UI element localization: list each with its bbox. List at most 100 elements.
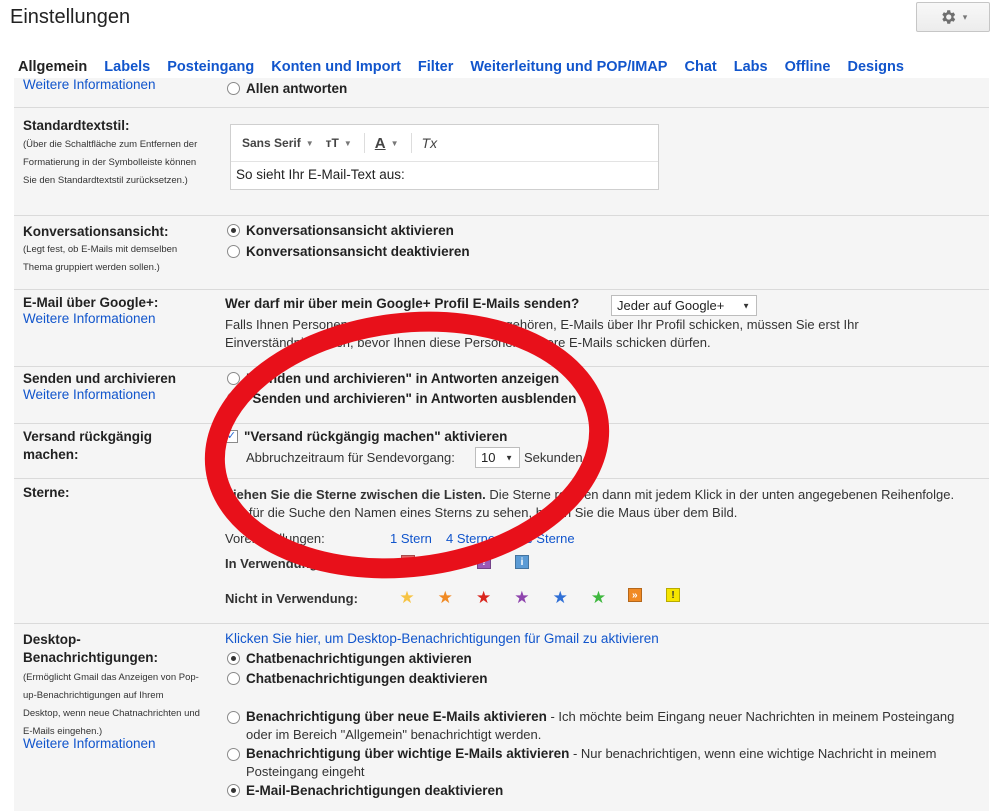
text-style-row: Standardtextstil: (Über die Schaltfläche… (14, 108, 989, 216)
send-archive-show-option[interactable]: "Senden und archivieren" in Antworten an… (227, 371, 559, 386)
send-archive-hide-option[interactable]: "Senden und archivieren" in Antworten au… (227, 391, 576, 406)
settings-gear-button[interactable]: ▾ (916, 2, 990, 32)
red-star-icon[interactable]: ★ (475, 588, 493, 606)
chat-notify-off-option[interactable]: Chatbenachrichtigungen deaktivieren (227, 671, 488, 686)
mail-notify-off-label: E-Mail-Benachrichtigungen deaktivieren (246, 783, 504, 798)
undo-send-unit: Sekunden (524, 450, 583, 465)
conversation-off-label: Konversationsansicht deaktivieren (246, 244, 470, 259)
undo-send-period-label: Abbruchzeitraum für Sendevorgang: (246, 450, 455, 465)
font-size-dropdown[interactable]: тT ▼ (326, 136, 352, 150)
mail-notify-new-radio[interactable] (227, 711, 240, 724)
more-info-link-desktop[interactable]: Weitere Informationen (23, 736, 156, 751)
text-color-dropdown[interactable]: A ▼ (375, 135, 399, 152)
conversation-off-radio[interactable] (227, 245, 240, 258)
undo-send-row: Versand rückgängig machen: ✓ "Versand rü… (14, 424, 989, 479)
conversation-label: Konversationsansicht: (23, 224, 169, 239)
mail-notify-off-option[interactable]: E-Mail-Benachrichtigungen deaktivieren (227, 783, 503, 798)
yellow-star-icon[interactable]: ★ (398, 588, 416, 606)
google-plus-question: Wer darf mir über mein Google+ Profil E-… (225, 296, 580, 311)
mail-notify-new-bold: Benachrichtigung über neue E-Mails aktiv… (246, 709, 547, 724)
stars-presets-label: Voreinstellungen: (225, 531, 325, 546)
editor-toolbar: Sans Serif ▼ тT ▼ A ▼ Tx (231, 125, 658, 162)
chat-notify-on-option[interactable]: Chatbenachrichtigungen aktivieren (227, 651, 472, 666)
send-archive-hide-label: "Senden und archivieren" in Antworten au… (246, 391, 577, 406)
mail-notify-off-radio[interactable] (227, 784, 240, 797)
tab-filter[interactable]: Filter (418, 59, 453, 75)
purple-star-icon[interactable]: ★ (513, 588, 531, 606)
tab-offline[interactable]: Offline (785, 59, 831, 75)
conversation-on-option[interactable]: Konversationsansicht aktivieren (227, 223, 454, 238)
undo-send-period-value: 10 (481, 450, 496, 465)
chat-notify-off-radio[interactable] (227, 672, 240, 685)
send-archive-show-radio[interactable] (227, 372, 240, 385)
google-plus-label: E-Mail über Google+: (23, 295, 159, 310)
text-style-editor: Sans Serif ▼ тT ▼ A ▼ Tx So sieht Ihr E-Mai… (230, 124, 659, 190)
settings-tabs: Allgemein Labels Posteingang Konten und … (18, 59, 921, 75)
tab-designs[interactable]: Designs (847, 59, 903, 75)
mail-notify-important-radio[interactable] (227, 748, 240, 761)
tab-chat[interactable]: Chat (684, 59, 716, 75)
undo-send-enable-label: "Versand rückgängig machen" aktivieren (244, 429, 508, 444)
undo-send-checkbox[interactable]: ✓ (225, 430, 238, 443)
undo-send-enable-option[interactable]: ✓ "Versand rückgängig machen" aktivieren (225, 429, 507, 444)
blue-star-icon[interactable]: ★ (551, 588, 569, 606)
reply-all-radio[interactable] (227, 82, 240, 95)
text-style-preview: So sieht Ihr E-Mail-Text aus: (236, 167, 405, 182)
green-star-icon[interactable]: ★ (590, 588, 608, 606)
more-info-link-google-plus[interactable]: Weitere Informationen (23, 311, 156, 326)
stars-intro-bold: Ziehen Sie die Sterne zwischen die Liste… (225, 487, 486, 502)
preset-1-star-link[interactable]: 1 Stern (390, 531, 432, 546)
desktop-notify-label: Desktop-Benachrichtigungen: (23, 632, 159, 665)
more-info-link-reply[interactable]: Weitere Informationen (23, 77, 156, 92)
clear-formatting-icon: Tx (421, 135, 438, 151)
google-plus-select[interactable]: Jeder auf Google+ ▼ (611, 295, 757, 316)
chevron-down-icon: ▼ (505, 453, 513, 462)
toolbar-divider (410, 133, 412, 153)
blue-info-icon[interactable]: i (515, 555, 529, 569)
conversation-off-option[interactable]: Konversationsansicht deaktivieren (227, 244, 470, 259)
stars-intro: Ziehen Sie die Sterne zwischen die Liste… (225, 486, 965, 522)
text-color-icon: A (374, 134, 386, 152)
tab-labels[interactable]: Labels (104, 59, 150, 75)
mail-notify-important-bold: Benachrichtigung über wichtige E-Mails a… (246, 746, 570, 761)
clear-formatting-button[interactable]: Tx (422, 135, 438, 151)
undo-send-period-select[interactable]: 10 ▼ (475, 447, 520, 468)
font-family-value: Sans Serif (242, 136, 301, 150)
conversation-on-radio[interactable] (227, 224, 240, 237)
toolbar-divider (363, 133, 365, 153)
chevron-down-icon: ▼ (343, 138, 352, 148)
stars-label: Sterne: (23, 485, 70, 500)
send-archive-label: Senden und archivieren (23, 371, 177, 386)
mail-notify-important-text: Benachrichtigung über wichtige E-Mails a… (246, 745, 961, 781)
reply-all-label: Allen antworten (246, 81, 348, 96)
orange-guillemet-icon[interactable]: » (627, 588, 642, 602)
desktop-notify-enable-link[interactable]: Klicken Sie hier, um Desktop-Benachricht… (225, 631, 659, 646)
chevron-down-icon: ▾ (962, 11, 968, 22)
preset-all-stars-link[interactable]: Alle Sterne (511, 531, 575, 546)
more-info-link-send-archive[interactable]: Weitere Informationen (23, 387, 156, 402)
orange-star-icon[interactable]: ★ (436, 588, 454, 606)
page-title: Einstellungen (10, 6, 131, 28)
purple-question-icon[interactable]: ? (477, 555, 491, 569)
yellow-bang-icon[interactable]: ! (666, 588, 681, 602)
reply-all-option[interactable]: Allen antworten (227, 81, 347, 96)
conversation-row: Konversationsansicht: (Legt fest, ob E-M… (14, 216, 989, 290)
gear-icon (942, 10, 955, 24)
green-check-icon[interactable]: ✓ (439, 555, 453, 569)
tab-weiterleitung[interactable]: Weiterleitung und POP/IMAP (470, 59, 667, 75)
tab-konten-import[interactable]: Konten und Import (271, 59, 401, 75)
chevron-down-icon: ▼ (305, 138, 314, 148)
tab-labs[interactable]: Labs (734, 59, 768, 75)
mail-notify-new-option[interactable]: Benachrichtigung über neue E-Mails aktiv… (227, 708, 967, 744)
font-family-dropdown[interactable]: Sans Serif ▼ (242, 136, 314, 150)
mail-notify-important-option[interactable]: Benachrichtigung über wichtige E-Mails a… (227, 745, 967, 781)
stars-row: Sterne: Ziehen Sie die Sterne zwischen d… (14, 479, 989, 624)
send-archive-show-label: "Senden und archivieren" in Antworten an… (246, 371, 560, 386)
chat-notify-on-radio[interactable] (227, 652, 240, 665)
reply-row: Weitere Informationen Allen antworten (14, 77, 989, 108)
tab-posteingang[interactable]: Posteingang (167, 59, 254, 75)
tab-allgemein[interactable]: Allgemein (18, 59, 87, 75)
red-bang-icon[interactable]: ! (401, 555, 415, 569)
preset-4-stars-link[interactable]: 4 Sterne (446, 531, 495, 546)
send-archive-hide-radio[interactable] (227, 392, 240, 405)
